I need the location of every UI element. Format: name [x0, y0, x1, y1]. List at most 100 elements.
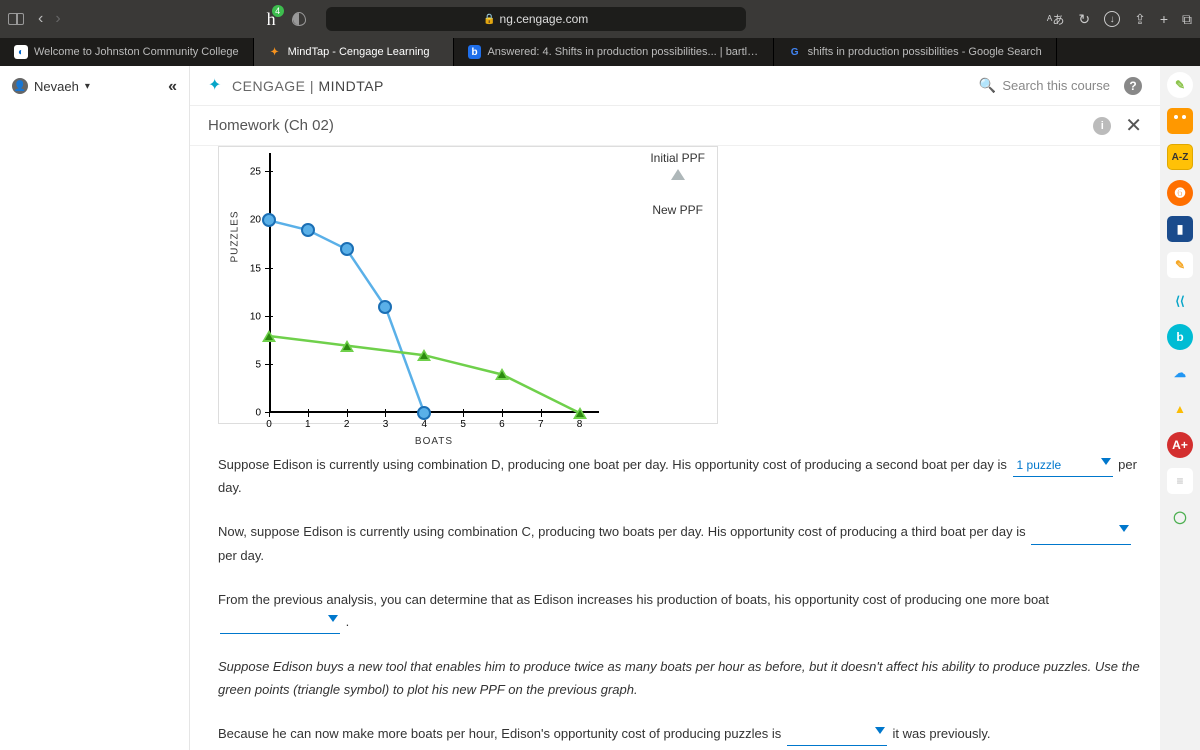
- rail-tool[interactable]: ▮: [1167, 216, 1193, 242]
- data-point-circle[interactable]: [417, 406, 431, 420]
- x-tick-label: 8: [577, 419, 583, 430]
- tab-label: Answered: 4. Shifts in production possib…: [487, 46, 758, 58]
- tools-rail: ✎ A-Z ➏ ▮ ✎ ⟨⟨ b ☁ ▲ A+ ≡ ◯: [1160, 66, 1200, 750]
- info-button[interactable]: i: [1093, 117, 1111, 135]
- legend-initial-ppf: Initial PPF: [650, 151, 705, 165]
- rail-tool[interactable]: ▲: [1167, 396, 1193, 422]
- question-1: Suppose Edison is currently using combin…: [218, 454, 1142, 499]
- reload-icon[interactable]: ↻: [1078, 11, 1090, 28]
- rail-tool[interactable]: A+: [1167, 432, 1193, 458]
- url-text: ng.cengage.com: [500, 12, 589, 26]
- data-point-triangle[interactable]: [417, 349, 431, 361]
- rail-tool[interactable]: ☁: [1167, 360, 1193, 386]
- data-point-circle[interactable]: [340, 242, 354, 256]
- y-tick-label: 20: [250, 215, 261, 226]
- caret-icon: [1119, 525, 1129, 532]
- y-tick-label: 0: [255, 408, 261, 419]
- share-icon[interactable]: ⇪: [1134, 11, 1146, 28]
- rail-tool[interactable]: ✎: [1167, 72, 1193, 98]
- ppf-chart: PUZZLES BOATS 0510152025012345678 Initia…: [218, 146, 718, 424]
- data-point-circle[interactable]: [262, 213, 276, 227]
- y-tick-label: 5: [255, 359, 261, 370]
- legend-new-ppf: New PPF: [650, 203, 705, 217]
- x-tick-label: 0: [266, 419, 272, 430]
- answer-dropdown-1[interactable]: 1 puzzle: [1013, 455, 1113, 477]
- x-tick-label: 1: [305, 419, 311, 430]
- tab-label: MindTap - Cengage Learning: [288, 46, 430, 58]
- favicon: ✦: [268, 45, 282, 59]
- data-point-triangle[interactable]: [340, 340, 354, 352]
- x-tick-label: 3: [383, 419, 389, 430]
- chart-legend: Initial PPF New PPF: [650, 151, 705, 237]
- tab-label: Welcome to Johnston Community College: [34, 46, 239, 58]
- rail-tool[interactable]: b: [1167, 324, 1193, 350]
- rail-tool[interactable]: [1167, 108, 1193, 134]
- forward-button: ›: [55, 10, 60, 28]
- user-menu[interactable]: 👤 Nevaeh ▾: [12, 78, 90, 94]
- brand-header: CENGAGE | MINDTAP 🔍 Search this course ?: [190, 66, 1160, 106]
- x-tick-label: 2: [344, 419, 350, 430]
- caret-icon: [1101, 458, 1111, 465]
- brand-text: CENGAGE | MINDTAP: [232, 78, 384, 94]
- data-point-triangle[interactable]: [495, 368, 509, 380]
- answer-dropdown-3[interactable]: [220, 612, 340, 634]
- favicon: G: [788, 45, 802, 59]
- y-tick-label: 15: [250, 263, 261, 274]
- lock-icon: 🔒: [483, 14, 495, 25]
- assignment-title: Homework (Ch 02): [208, 117, 334, 134]
- rail-tool[interactable]: ⟨⟨: [1167, 288, 1193, 314]
- question-5: Because he can now make more boats per h…: [218, 723, 1142, 746]
- collapse-sidebar-button[interactable]: «: [168, 78, 177, 96]
- search-placeholder: Search this course: [1002, 78, 1110, 93]
- x-tick-label: 4: [422, 419, 428, 430]
- answer-dropdown-2[interactable]: [1031, 522, 1131, 544]
- close-button[interactable]: ✕: [1125, 113, 1142, 138]
- chevron-down-icon: ▾: [85, 81, 90, 92]
- question-4: Suppose Edison buys a new tool that enab…: [218, 656, 1142, 700]
- y-tick-label: 25: [250, 167, 261, 178]
- extension-honey-icon[interactable]: h4: [267, 9, 276, 30]
- question-2: Now, suppose Edison is currently using c…: [218, 521, 1142, 566]
- caret-icon: [875, 727, 885, 734]
- data-point-circle[interactable]: [378, 300, 392, 314]
- x-tick-label: 6: [499, 419, 505, 430]
- cengage-logo-icon: [208, 77, 226, 95]
- data-point-triangle[interactable]: [262, 330, 276, 342]
- browser-toolbar: ‹ › h4 🔒 ng.cengage.com ᴬあ ↻ ↓ ⇪ + ⧉: [0, 0, 1200, 38]
- course-search[interactable]: 🔍 Search this course: [979, 77, 1110, 94]
- downloads-icon[interactable]: ↓: [1104, 11, 1120, 27]
- avatar-icon: 👤: [12, 78, 28, 94]
- left-sidebar: 👤 Nevaeh ▾ «: [0, 66, 190, 750]
- x-tick-label: 7: [538, 419, 544, 430]
- question-3: From the previous analysis, you can dete…: [218, 589, 1142, 634]
- answer-dropdown-5[interactable]: [787, 724, 887, 746]
- sidebar-toggle-icon[interactable]: [8, 13, 24, 25]
- help-button[interactable]: ?: [1124, 77, 1142, 95]
- new-tab-icon[interactable]: +: [1160, 11, 1168, 27]
- caret-icon: [328, 615, 338, 622]
- back-button[interactable]: ‹: [38, 10, 43, 28]
- tab-strip: ◐Welcome to Johnston Community College ✦ M…: [0, 38, 1200, 66]
- address-bar[interactable]: 🔒 ng.cengage.com: [326, 7, 746, 31]
- browser-tab[interactable]: ◐Welcome to Johnston Community College: [0, 38, 254, 66]
- y-tick-label: 10: [250, 311, 261, 322]
- browser-tab[interactable]: Gshifts in production possibilities - Go…: [774, 38, 1057, 66]
- data-point-triangle[interactable]: [573, 407, 587, 419]
- translate-icon[interactable]: ᴬあ: [1047, 11, 1064, 28]
- rail-tool[interactable]: ➏: [1167, 180, 1193, 206]
- tab-label: shifts in production possibilities - Goo…: [808, 46, 1042, 58]
- rail-tool[interactable]: A-Z: [1167, 144, 1193, 170]
- assignment-header: Homework (Ch 02) i ✕: [190, 106, 1160, 146]
- data-point-circle[interactable]: [301, 223, 315, 237]
- browser-tab[interactable]: ✦ MindTap - Cengage Learning: [254, 38, 454, 66]
- x-tick-label: 5: [460, 419, 466, 430]
- rail-tool[interactable]: ≡: [1167, 468, 1193, 494]
- tabs-overview-icon[interactable]: ⧉: [1182, 11, 1192, 28]
- favicon: b: [468, 45, 482, 59]
- x-axis-label: BOATS: [415, 436, 453, 447]
- rail-tool[interactable]: ◯: [1167, 504, 1193, 530]
- browser-tab[interactable]: b Answered: 4. Shifts in production possi…: [454, 38, 774, 66]
- search-icon: 🔍: [979, 77, 996, 94]
- rail-tool[interactable]: ✎: [1167, 252, 1193, 278]
- privacy-shield-icon[interactable]: [292, 12, 306, 26]
